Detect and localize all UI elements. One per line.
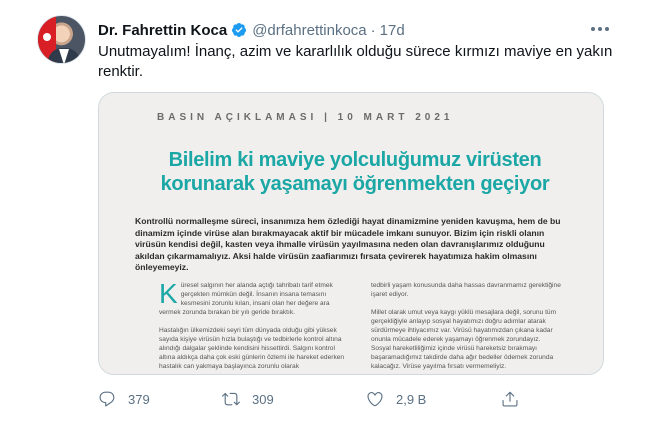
tweet-card[interactable]: Dr. Fahrettin Koca @drfahrettinkoca · 17… (0, 0, 652, 425)
tweet-actions: 379 309 2,9 B (98, 389, 618, 409)
retweet-icon (222, 392, 240, 406)
column-left-paragraph-2: Hastalığın ülkemizdeki seyri tüm dünyada… (159, 327, 345, 370)
column-right-paragraph-1: tedbirli yaşam konusunda daha hassas dav… (371, 282, 561, 298)
tweet-header: Dr. Fahrettin Koca @drfahrettinkoca · 17… (98, 20, 405, 40)
press-release-kicker: BASIN AÇIKLAMASI | 10 MART 2021 (157, 112, 454, 123)
share-icon (502, 391, 518, 407)
verified-badge-icon (232, 23, 247, 37)
tweet-media-image[interactable]: BASIN AÇIKLAMASI | 10 MART 2021 Bilelim … (98, 92, 604, 375)
author-handle[interactable]: @drfahrettinkoca (252, 22, 366, 39)
press-release-lead: Kontrollü normalleşme süreci, insanımıza… (135, 216, 561, 273)
tweet-timestamp[interactable]: 17d (380, 22, 405, 39)
more-icon[interactable] (589, 20, 611, 38)
column-left-paragraph-1: üresel salgının her alanda açtığı tahrib… (159, 282, 333, 316)
share-button[interactable] (501, 389, 519, 409)
press-release-headline: Bilelim ki maviye yolculuğumuz virüsten … (160, 149, 550, 195)
header-separator: · (370, 21, 376, 39)
press-release-column-left: K üresel salgının her alanda açtığı tahr… (159, 278, 349, 371)
like-button[interactable]: 2,9 B (366, 389, 426, 409)
column-right-paragraph-2: Millet olarak umut veya kaygı yüklü mesa… (371, 309, 557, 370)
drop-cap: K (159, 278, 178, 309)
reply-icon (99, 391, 115, 407)
author-name[interactable]: Dr. Fahrettin Koca (98, 22, 227, 39)
reply-button[interactable]: 379 (98, 389, 150, 409)
reply-count: 379 (128, 391, 150, 407)
like-icon (367, 392, 383, 407)
like-count: 2,9 B (396, 391, 427, 407)
tweet-text: Unutmayalım! İnanç, azim ve kararlılık o… (98, 43, 613, 80)
retweet-button[interactable]: 309 (222, 389, 274, 409)
author-avatar[interactable] (37, 15, 86, 64)
press-release-column-right: tedbirli yaşam konusunda daha hassas dav… (371, 281, 561, 371)
retweet-count: 309 (252, 391, 274, 407)
